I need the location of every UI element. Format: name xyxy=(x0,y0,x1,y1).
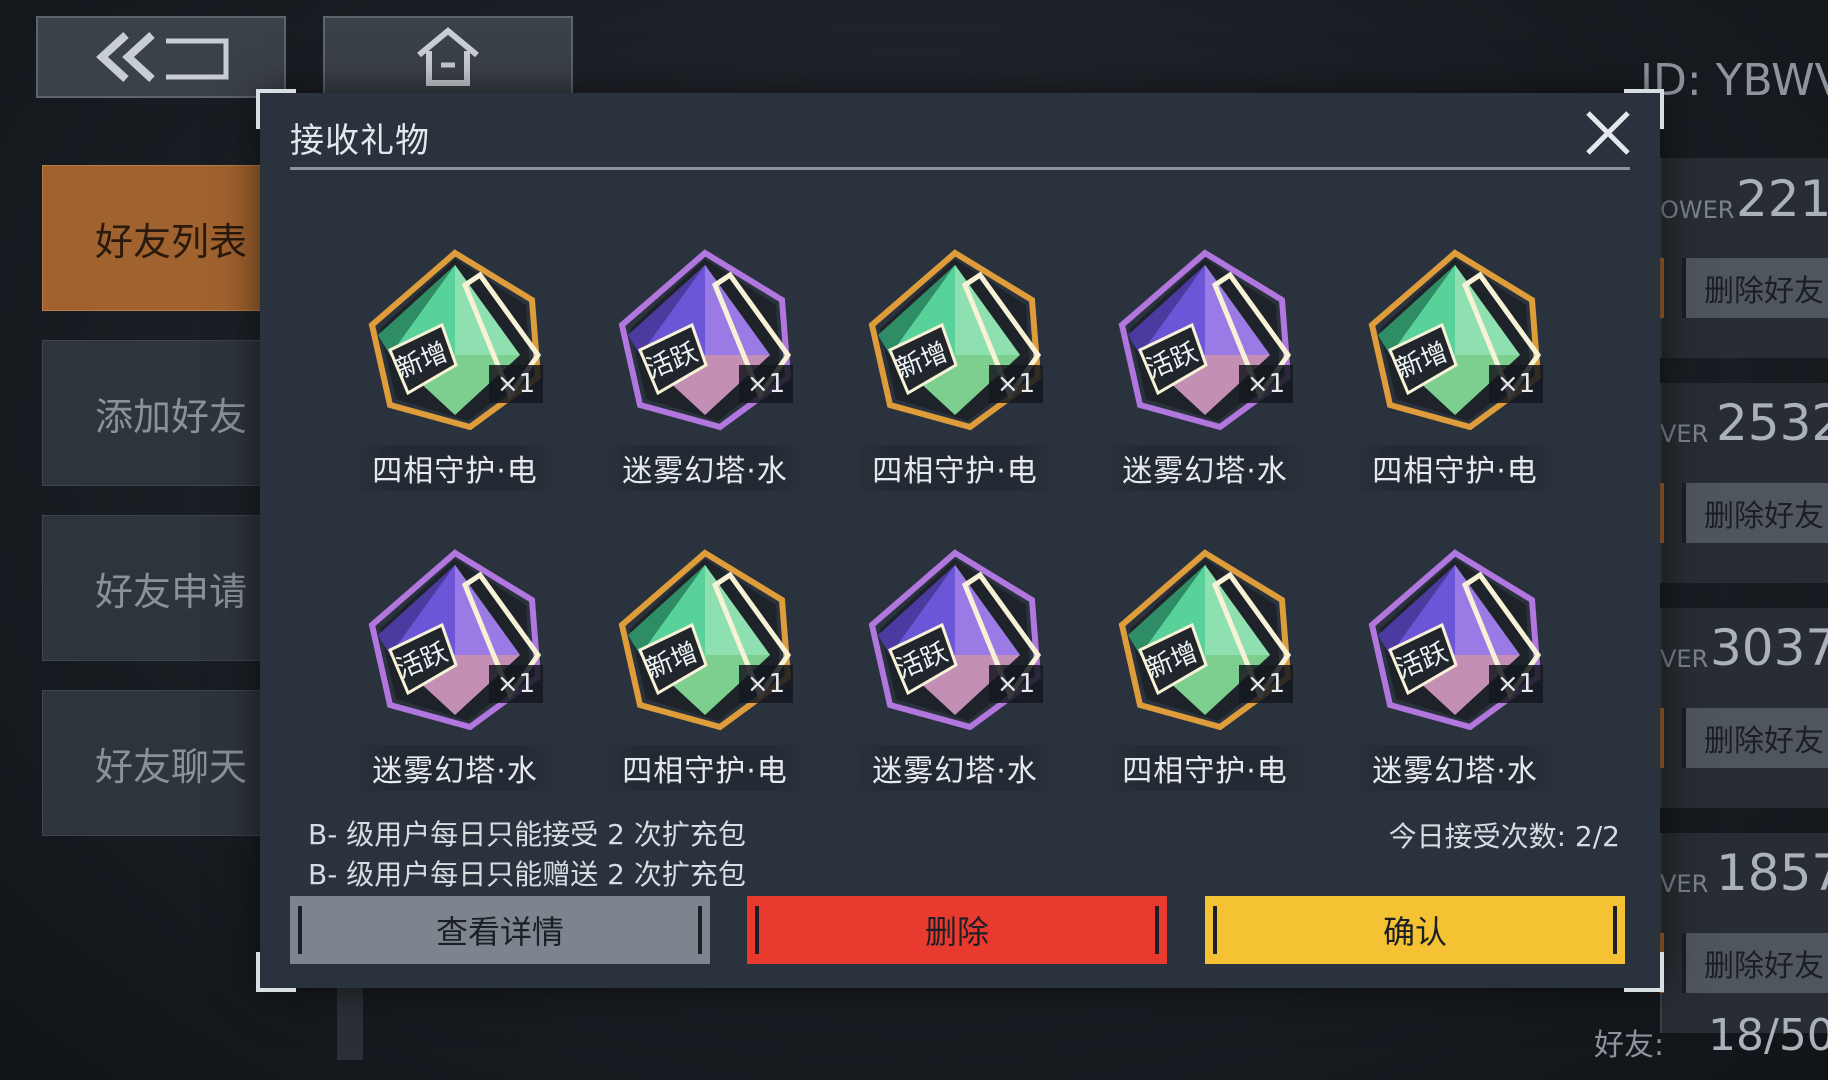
tab-friend-list[interactable]: 好友列表 xyxy=(42,165,282,311)
tab-label: 好友申请 xyxy=(95,569,248,614)
gift-quantity: ×1 xyxy=(739,665,793,703)
gift-quantity: ×1 xyxy=(489,365,543,403)
power-value: 2532 xyxy=(1716,394,1828,452)
title-divider xyxy=(290,167,1630,170)
gift-name: 迷雾幻塔·水 xyxy=(605,445,805,491)
home-icon xyxy=(417,27,479,86)
home-button[interactable] xyxy=(323,16,573,98)
receive-gift-dialog: 接收礼物 新增 ×1 四相守护·电 活跃 ×1 迷雾幻塔·水 新增 ×1 四相守护·电 活跃 ×1 迷… xyxy=(256,89,1664,992)
gift-quantity: ×1 xyxy=(739,365,793,403)
gift-name: 四相守护·电 xyxy=(1105,745,1305,791)
receive-limit-text: B- 级用户每日只能接受 2 次扩充包 xyxy=(308,818,746,851)
gift-quantity: ×1 xyxy=(1489,365,1543,403)
frame-corner xyxy=(1624,952,1664,992)
row-divider xyxy=(1660,708,1664,768)
gift-card[interactable]: 新增 ×1 四相守护·电 xyxy=(355,245,555,505)
decorative-bar xyxy=(337,980,363,1060)
button-label: 查看详情 xyxy=(435,913,564,951)
gift-name: 四相守护·电 xyxy=(855,445,1055,491)
gift-quantity: ×1 xyxy=(989,665,1043,703)
gift-card[interactable]: 新增 ×1 四相守护·电 xyxy=(855,245,1055,505)
power-value: 2216 xyxy=(1736,170,1828,228)
close-icon xyxy=(1586,111,1630,155)
gift-card[interactable]: 活跃 ×1 迷雾幻塔·水 xyxy=(1355,545,1555,805)
delete-friend-button[interactable]: 删除好友 xyxy=(1682,258,1828,318)
power-label: OWER xyxy=(1660,196,1735,224)
send-limit-text: B- 级用户每日只能赠送 2 次扩充包 xyxy=(308,858,746,891)
gift-name: 四相守护·电 xyxy=(605,745,805,791)
button-label: 删除 xyxy=(924,913,989,951)
crystal-green-icon: 新增 xyxy=(1368,249,1542,431)
tab-friend-requests[interactable]: 好友申请 xyxy=(42,515,282,661)
crystal-green-icon: 新增 xyxy=(368,249,542,431)
daily-receive-count: 今日接受次数: 2/2 xyxy=(1388,820,1620,853)
friend-count: 18/50 xyxy=(1708,1010,1828,1061)
delete-friend-button[interactable]: 删除好友 xyxy=(1682,708,1828,768)
power-value: 1857 xyxy=(1716,844,1828,902)
crystal-purple-icon: 活跃 xyxy=(618,249,792,431)
gift-name: 迷雾幻塔·水 xyxy=(355,745,555,791)
gift-name: 四相守护·电 xyxy=(355,445,555,491)
gift-card[interactable]: 活跃 ×1 迷雾幻塔·水 xyxy=(605,245,805,505)
gift-quantity: ×1 xyxy=(1239,365,1293,403)
button-label: 确认 xyxy=(1382,913,1447,951)
gift-card[interactable]: 新增 ×1 四相守护·电 xyxy=(1355,245,1555,505)
dialog-title: 接收礼物 xyxy=(290,121,430,161)
power-value: 3037 xyxy=(1710,619,1828,677)
crystal-purple-icon: 活跃 xyxy=(868,549,1042,731)
crystal-green-icon: 新增 xyxy=(618,549,792,731)
power-label: VER xyxy=(1660,645,1709,673)
row-divider xyxy=(1660,483,1664,543)
power-label: VER xyxy=(1660,870,1709,898)
tab-friend-chat[interactable]: 好友聊天 xyxy=(42,690,282,836)
gift-quantity: ×1 xyxy=(1239,665,1293,703)
gift-card[interactable]: 新增 ×1 四相守护·电 xyxy=(1105,545,1305,805)
gift-card[interactable]: 活跃 ×1 迷雾幻塔·水 xyxy=(355,545,555,805)
tab-label: 好友列表 xyxy=(95,219,248,264)
crystal-green-icon: 新增 xyxy=(868,249,1042,431)
gift-quantity: ×1 xyxy=(1489,665,1543,703)
crystal-green-icon: 新增 xyxy=(1118,549,1292,731)
gift-name: 迷雾幻塔·水 xyxy=(1105,445,1305,491)
gift-grid: 新增 ×1 四相守护·电 活跃 ×1 迷雾幻塔·水 新增 ×1 四相守护·电 活跃 ×1 迷雾幻塔·水… xyxy=(355,245,1605,895)
tab-add-friend[interactable]: 添加好友 xyxy=(42,340,282,486)
gift-card[interactable]: 活跃 ×1 迷雾幻塔·水 xyxy=(1105,245,1305,505)
row-divider xyxy=(1660,258,1664,318)
crystal-purple-icon: 活跃 xyxy=(368,549,542,731)
power-label: VER xyxy=(1660,420,1709,448)
gift-name: 迷雾幻塔·水 xyxy=(1355,745,1555,791)
back-button[interactable] xyxy=(36,16,286,98)
gift-card[interactable]: 活跃 ×1 迷雾幻塔·水 xyxy=(855,545,1055,805)
crystal-purple-icon: 活跃 xyxy=(1368,549,1542,731)
crystal-purple-icon: 活跃 xyxy=(1118,249,1292,431)
gift-card[interactable]: 新增 ×1 四相守护·电 xyxy=(605,545,805,805)
delete-friend-button[interactable]: 删除好友 xyxy=(1682,933,1828,993)
friend-count-label: 好友: xyxy=(1594,1028,1665,1063)
gift-name: 四相守护·电 xyxy=(1355,445,1555,491)
delete-button[interactable]: 删除 xyxy=(747,896,1167,964)
confirm-button[interactable]: 确认 xyxy=(1205,896,1625,964)
gift-name: 迷雾幻塔·水 xyxy=(855,745,1055,791)
close-button[interactable] xyxy=(1582,107,1634,159)
tab-label: 添加好友 xyxy=(95,394,248,439)
delete-friend-button[interactable]: 删除好友 xyxy=(1682,483,1828,543)
user-id: ID: YBWVI xyxy=(1640,55,1828,106)
gift-quantity: ×1 xyxy=(489,665,543,703)
gift-quantity: ×1 xyxy=(989,365,1043,403)
view-details-button[interactable]: 查看详情 xyxy=(290,896,710,964)
double-chevron-left-icon xyxy=(96,32,229,82)
tab-label: 好友聊天 xyxy=(95,744,248,789)
